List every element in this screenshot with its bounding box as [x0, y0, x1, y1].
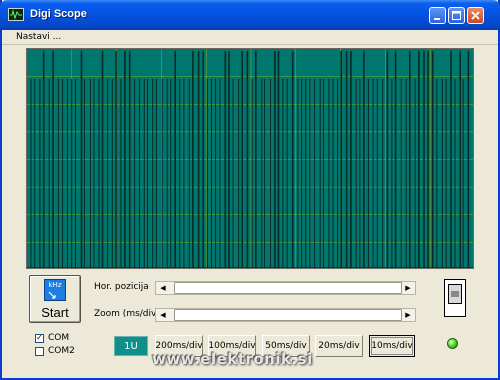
oscilloscope-icon: [8, 8, 24, 21]
window-title: Digi Scope: [30, 8, 87, 20]
close-button[interactable]: [467, 7, 484, 24]
zoom-label: Zoom (ms/div): [94, 309, 160, 319]
minimize-button[interactable]: [429, 7, 446, 24]
port-com2-checkbox[interactable]: COM2: [35, 346, 75, 356]
port-com-checkbox[interactable]: ✓ COM: [35, 333, 69, 343]
port-com-label: COM: [48, 333, 70, 343]
scope-trace: [27, 49, 473, 268]
unit-badge[interactable]: 1U: [114, 336, 148, 356]
scroll-thumb[interactable]: [174, 309, 402, 321]
scroll-right-icon[interactable]: ▶: [402, 282, 414, 294]
watermark: www.elektronik.si: [152, 350, 313, 368]
hor-position-scrollbar[interactable]: ◀ ▶: [155, 281, 416, 295]
scroll-left-icon[interactable]: ◀: [157, 309, 169, 321]
hor-position-label: Hor. pozicija: [94, 282, 149, 292]
start-button[interactable]: kHz Start: [29, 275, 81, 323]
menu-bar: Nastavi ...: [2, 30, 498, 45]
maximize-icon: [452, 11, 461, 20]
scroll-right-icon[interactable]: ▶: [402, 309, 414, 321]
zoom-scrollbar[interactable]: ◀ ▶: [155, 308, 416, 322]
checkbox-icon[interactable]: [35, 346, 44, 356]
app-window: Digi Scope Nastavi ... kHz Start Hor. po…: [0, 0, 500, 380]
port-com2-label: COM2: [48, 346, 75, 356]
close-icon: [471, 11, 480, 20]
khz-icon: kHz: [44, 279, 66, 301]
timebase-10ms-button[interactable]: 10ms/div: [369, 335, 415, 357]
start-button-label: Start: [41, 305, 69, 320]
toggle-switch[interactable]: [444, 279, 466, 317]
oscilloscope-display: [26, 48, 474, 269]
scroll-thumb[interactable]: [174, 282, 402, 294]
title-bar[interactable]: Digi Scope: [0, 0, 500, 30]
status-led: [447, 338, 458, 349]
switch-lever: [448, 284, 462, 304]
timebase-20ms-button[interactable]: 20ms/div: [315, 335, 363, 357]
checkbox-checked-icon[interactable]: ✓: [35, 333, 44, 343]
scroll-left-icon[interactable]: ◀: [157, 282, 169, 294]
minimize-icon: [434, 18, 440, 20]
maximize-button[interactable]: [448, 7, 465, 24]
khz-icon-label: kHz: [48, 281, 62, 289]
menu-item-settings[interactable]: Nastavi ...: [16, 32, 61, 42]
